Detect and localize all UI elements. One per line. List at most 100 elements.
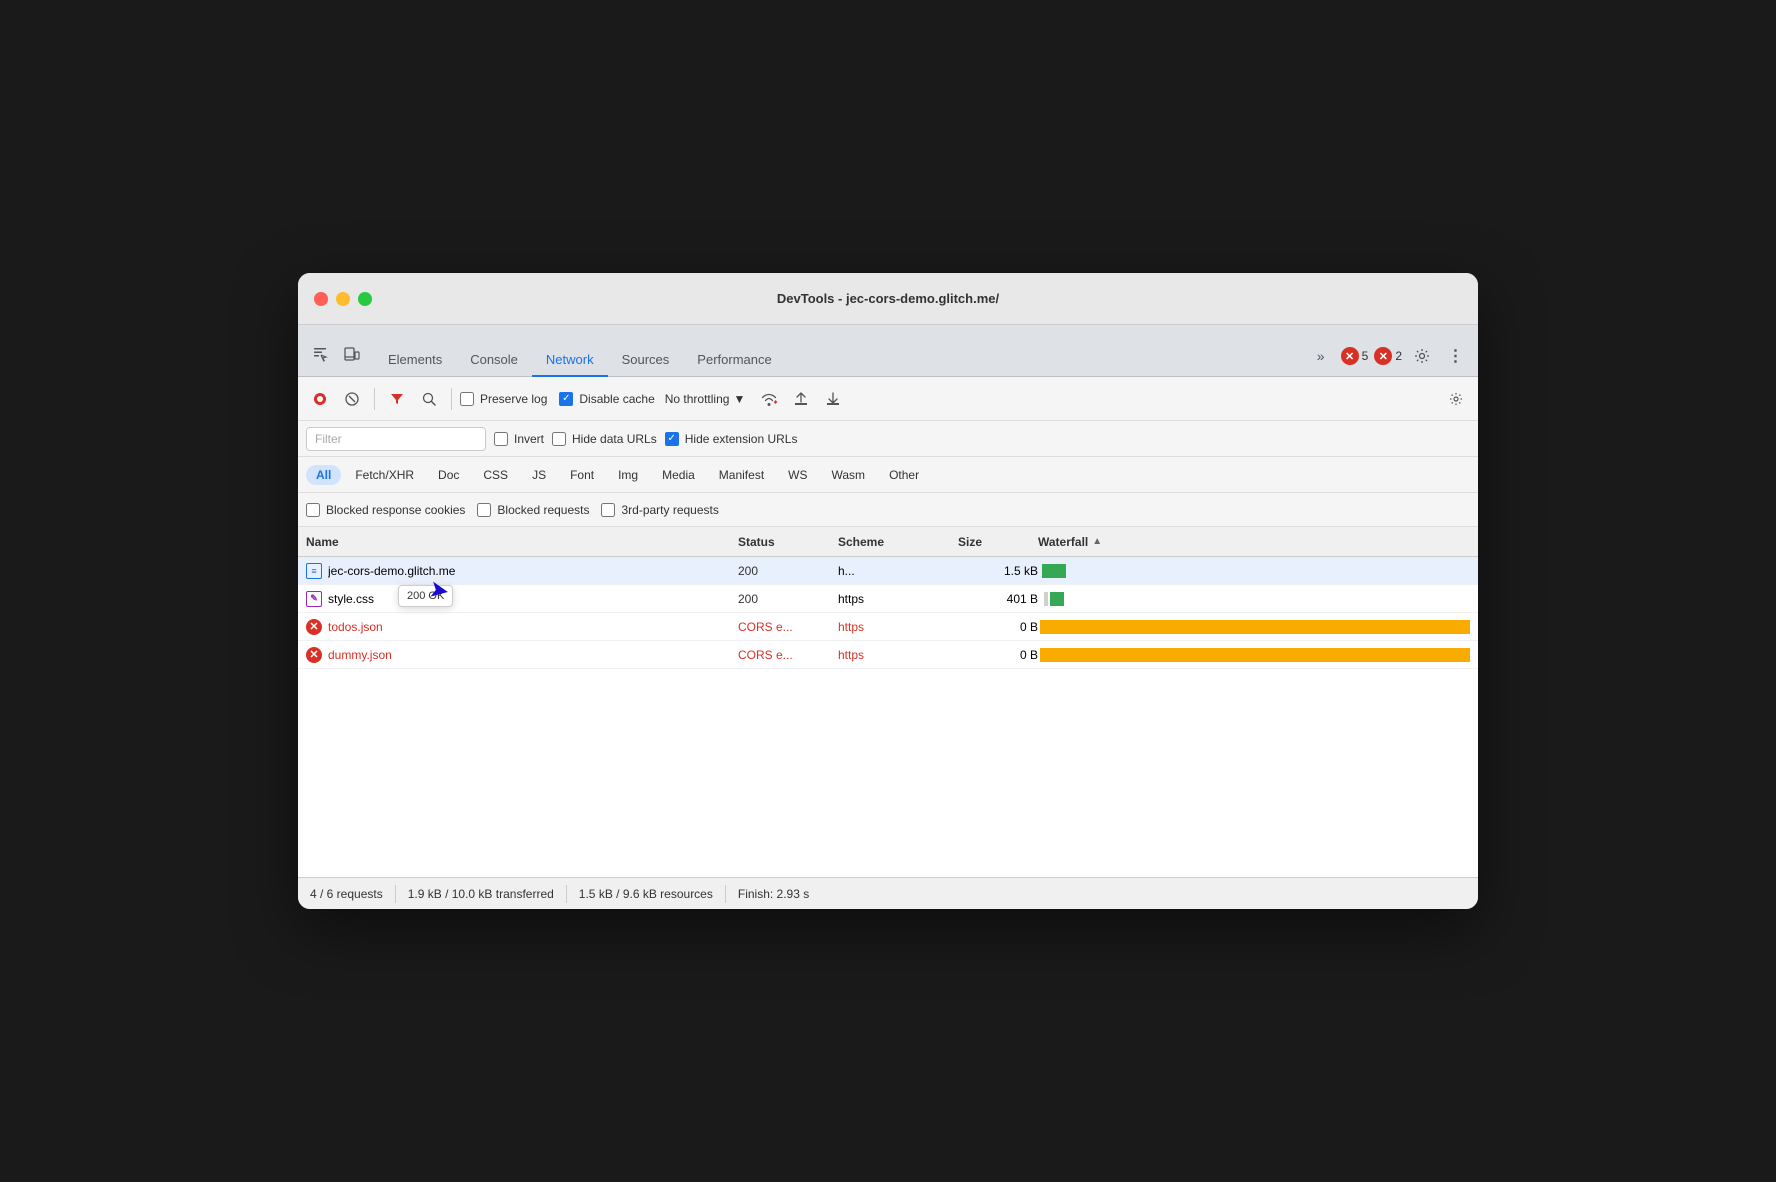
download-icon[interactable] <box>819 385 847 413</box>
type-filter-doc[interactable]: Doc <box>428 465 469 485</box>
table-row[interactable]: ✕ dummy.json CORS e... https 0 B <box>298 641 1478 669</box>
settings-gear-icon[interactable] <box>1408 342 1436 370</box>
scheme-cell: h... <box>838 564 958 578</box>
table-row[interactable]: ≡ jec-cors-demo.glitch.me 200 h... 1.5 k… <box>298 557 1478 585</box>
error-badge-1: ✕ 5 <box>1341 347 1369 365</box>
status-bar: 4 / 6 requests 1.9 kB / 10.0 kB transfer… <box>298 877 1478 909</box>
col-status-header[interactable]: Status <box>738 535 838 549</box>
scheme-cell: https <box>838 592 958 606</box>
table-row[interactable]: ✕ todos.json CORS e... https 0 B <box>298 613 1478 641</box>
disable-cache-check-icon: ✓ <box>559 392 573 406</box>
window-title: DevTools - jec-cors-demo.glitch.me/ <box>777 291 999 306</box>
type-filter-font[interactable]: Font <box>560 465 604 485</box>
type-filter-img[interactable]: Img <box>608 465 648 485</box>
type-filter-manifest[interactable]: Manifest <box>709 465 774 485</box>
throttle-select[interactable]: No throttling ▼ <box>659 388 752 410</box>
type-filter-other[interactable]: Other <box>879 465 929 485</box>
row-name-cell: ✎ style.css <box>306 591 738 607</box>
hide-extension-check-icon: ✓ <box>665 432 679 446</box>
devtools-icons <box>306 340 366 368</box>
size-cell: 0 B <box>958 648 1038 662</box>
preserve-log-checkbox[interactable]: Preserve log <box>460 392 547 406</box>
tab-sources[interactable]: Sources <box>608 344 684 377</box>
scheme-cell: https <box>838 620 958 634</box>
minimize-button[interactable] <box>336 292 350 306</box>
size-cell: 1.5 kB <box>958 564 1038 578</box>
requests-table: ≡ jec-cors-demo.glitch.me 200 h... 1.5 k… <box>298 557 1478 877</box>
type-filter-ws[interactable]: WS <box>778 465 817 485</box>
wifi-settings-icon[interactable] <box>755 385 783 413</box>
traffic-lights <box>314 292 372 306</box>
hide-extension-urls-checkbox[interactable]: ✓ Hide extension URLs <box>665 432 798 446</box>
status-cell: 200 <box>738 592 838 606</box>
third-party-checkbox[interactable]: 3rd-party requests <box>601 503 718 517</box>
error-icon-red-2: ✕ <box>1374 347 1392 365</box>
row-name-cell: ✕ dummy.json <box>306 647 738 663</box>
col-size-header[interactable]: Size <box>958 535 1038 549</box>
upload-icon[interactable] <box>787 385 815 413</box>
disable-cache-checkbox[interactable]: ✓ Disable cache <box>559 392 654 406</box>
tab-elements[interactable]: Elements <box>374 344 456 377</box>
finish-time: Finish: 2.93 s <box>738 887 809 901</box>
waterfall-bar-yellow <box>1040 648 1470 662</box>
cursor-icon[interactable] <box>306 340 334 368</box>
network-settings-icon[interactable] <box>1442 385 1470 413</box>
maximize-button[interactable] <box>358 292 372 306</box>
blocked-requests-checkbox[interactable]: Blocked requests <box>477 503 589 517</box>
request-name: dummy.json <box>328 648 392 662</box>
extra-filter-bar: Blocked response cookies Blocked request… <box>298 493 1478 527</box>
title-bar: DevTools - jec-cors-demo.glitch.me/ <box>298 273 1478 325</box>
device-toggle-icon[interactable] <box>338 340 366 368</box>
status-cell: CORS e... <box>738 620 838 634</box>
filter-bar: Invert Hide data URLs ✓ Hide extension U… <box>298 421 1478 457</box>
invert-checkbox[interactable]: Invert <box>494 432 544 446</box>
row-name-cell: ✕ todos.json <box>306 619 738 635</box>
toolbar-divider-2 <box>451 388 452 410</box>
hide-data-urls-checkbox[interactable]: Hide data URLs <box>552 432 657 446</box>
waterfall-cell <box>1038 641 1470 668</box>
size-cell: 0 B <box>958 620 1038 634</box>
doc-icon: ≡ <box>306 563 322 579</box>
record-button[interactable] <box>306 385 334 413</box>
waterfall-bar-yellow <box>1040 620 1470 634</box>
devtools-window: DevTools - jec-cors-demo.glitch.me/ <box>298 273 1478 909</box>
sort-arrow-icon: ▲ <box>1092 536 1102 547</box>
css-icon: ✎ <box>306 591 322 607</box>
close-button[interactable] <box>314 292 328 306</box>
more-tabs-button[interactable]: » <box>1307 342 1335 370</box>
status-cell: 200 <box>738 564 838 578</box>
filter-input[interactable] <box>306 427 486 451</box>
error-badge-2: ✕ 2 <box>1374 347 1402 365</box>
type-filter-media[interactable]: Media <box>652 465 705 485</box>
type-filter-css[interactable]: CSS <box>473 465 518 485</box>
request-name: todos.json <box>328 620 383 634</box>
tab-performance[interactable]: Performance <box>683 344 785 377</box>
tooltip-200ok: ➤ 200 OK <box>398 585 453 607</box>
error-icon-red-1: ✕ <box>1341 347 1359 365</box>
devtools-tab-bar: Elements Console Network Sources Perform… <box>298 325 1478 377</box>
network-toolbar: Preserve log ✓ Disable cache No throttli… <box>298 377 1478 421</box>
type-filter-fetch-xhr[interactable]: Fetch/XHR <box>345 465 424 485</box>
chevron-down-icon: ▼ <box>733 392 745 406</box>
status-divider-1 <box>395 885 396 903</box>
status-cell: CORS e... <box>738 648 838 662</box>
waterfall-bar-gray <box>1044 592 1048 606</box>
scheme-cell: https <box>838 648 958 662</box>
waterfall-cell <box>1038 613 1470 640</box>
type-filter-all[interactable]: All <box>306 465 341 485</box>
blocked-cookies-checkbox[interactable]: Blocked response cookies <box>306 503 465 517</box>
toolbar-divider-1 <box>374 388 375 410</box>
col-name-header[interactable]: Name <box>306 535 738 549</box>
clear-button[interactable] <box>338 385 366 413</box>
table-row[interactable]: ✎ style.css 200 https 401 B <box>298 585 1478 613</box>
more-options-icon[interactable]: ⋮ <box>1442 342 1470 370</box>
tab-network[interactable]: Network <box>532 344 608 377</box>
search-button[interactable] <box>415 385 443 413</box>
cursor-arrow-icon: ➤ <box>427 574 452 606</box>
tabs-right-area: » ✕ 5 ✕ 2 ⋮ <box>1307 342 1470 370</box>
type-filter-js[interactable]: JS <box>522 465 556 485</box>
type-filter-wasm[interactable]: Wasm <box>822 465 876 485</box>
filter-button[interactable] <box>383 385 411 413</box>
col-scheme-header[interactable]: Scheme <box>838 535 958 549</box>
tab-console[interactable]: Console <box>456 344 532 377</box>
